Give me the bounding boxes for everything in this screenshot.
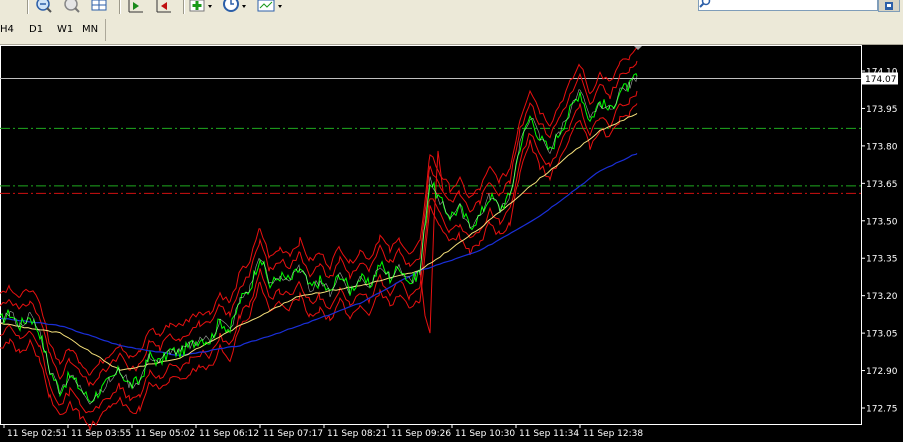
timeframe-mn[interactable]: MN [82, 24, 98, 35]
ma-fast-line [0, 113, 638, 371]
y-tick-label: 173.20 [866, 292, 898, 302]
timeframe-d1[interactable]: D1 [29, 24, 43, 35]
x-tick-label: 11 Sep 12:38 [583, 429, 643, 439]
period-icon[interactable] [222, 0, 250, 14]
toolbar [0, 0, 903, 16]
y-tick-label: 173.50 [866, 217, 898, 227]
x-tick-label: 11 Sep 07:17 [263, 429, 323, 439]
toolbar-separator [119, 0, 121, 14]
search-icon[interactable] [699, 0, 711, 9]
toolbar-separator [183, 0, 185, 14]
x-tick-label: 11 Sep 03:55 [71, 429, 131, 439]
x-tick-label: 11 Sep 08:21 [327, 429, 387, 439]
add-indicator-icon[interactable] [189, 0, 215, 14]
x-tick-label: 11 Sep 10:30 [455, 429, 515, 439]
y-tick-label: 173.95 [866, 105, 898, 115]
price-line [0, 73, 638, 403]
y-tick-label: 173.80 [866, 142, 898, 152]
x-tick-label: 11 Sep 06:12 [199, 429, 259, 439]
current-price-label: 174.07 [865, 75, 897, 85]
toolbar-separator [27, 0, 29, 14]
x-tick-label: 11 Sep 02:51 [7, 429, 67, 439]
zoom-in-icon[interactable] [34, 0, 54, 14]
x-tick-label: 11 Sep 11:34 [519, 429, 579, 439]
lock-button[interactable] [878, 0, 900, 12]
y-tick-label: 172.90 [866, 367, 898, 377]
lock-icon [885, 2, 893, 10]
timeframe-w1[interactable]: W1 [57, 24, 73, 35]
ma-slow-line [0, 152, 638, 356]
template-icon[interactable] [257, 0, 285, 14]
chart-shift-icon[interactable] [125, 0, 145, 14]
timeframe-bar: H4 D1 W1 MN [0, 17, 903, 45]
y-tick-label: 173.65 [866, 180, 898, 190]
y-tick-label: 173.35 [866, 255, 898, 265]
y-tick-label: 173.05 [866, 330, 898, 340]
zoom-out-icon[interactable] [62, 0, 82, 14]
chart-window[interactable]: 174.10173.95173.80173.65173.50173.35173.… [0, 45, 903, 442]
timeframe-h4[interactable]: H4 [0, 24, 14, 35]
autoscroll-icon[interactable] [153, 0, 173, 14]
plot-border [0, 45, 862, 425]
toolbar-separator [105, 19, 106, 41]
tile-windows-icon[interactable] [90, 0, 110, 14]
y-tick-label: 172.75 [866, 405, 898, 415]
search-input[interactable] [698, 0, 878, 11]
x-tick-label: 11 Sep 05:02 [135, 429, 195, 439]
price-chart[interactable]: 174.10173.95173.80173.65173.50173.35173.… [0, 45, 903, 442]
x-tick-label: 11 Sep 09:26 [391, 429, 451, 439]
band-upper [0, 47, 638, 376]
